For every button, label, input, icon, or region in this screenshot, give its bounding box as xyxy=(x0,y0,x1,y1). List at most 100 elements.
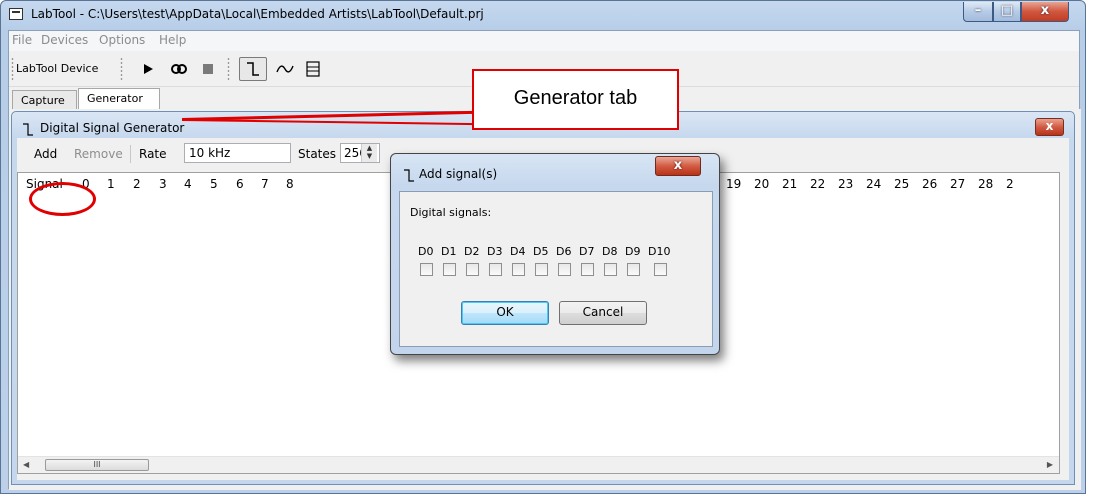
close-icon: x xyxy=(1045,119,1054,133)
toolbar-separator xyxy=(130,145,131,163)
rate-input[interactable]: 10 kHz xyxy=(184,143,291,163)
states-label: States xyxy=(298,147,337,161)
close-icon: x xyxy=(673,158,683,173)
channel-label: D1 xyxy=(441,245,457,258)
column-header: 2 xyxy=(133,177,141,191)
channel-checkbox-d8[interactable] xyxy=(604,263,617,276)
column-header: 8 xyxy=(286,177,294,191)
generator-title: Digital Signal Generator xyxy=(40,121,185,135)
menu-file[interactable]: File xyxy=(12,33,32,47)
channel-label: D5 xyxy=(533,245,549,258)
analog-generator-button[interactable] xyxy=(272,57,298,81)
menu-devices[interactable]: Devices xyxy=(41,33,88,47)
generator-close-button[interactable]: x xyxy=(1035,118,1064,136)
maximize-button[interactable]: □ xyxy=(993,2,1021,22)
split-view-button[interactable] xyxy=(300,57,326,81)
continuous-icon xyxy=(171,64,187,74)
digital-signal-icon xyxy=(404,169,414,182)
channel-checkbox-d7[interactable] xyxy=(581,263,594,276)
column-header: 20 xyxy=(754,177,770,191)
column-header: 26 xyxy=(922,177,938,191)
states-spinner[interactable]: ▲ ▼ xyxy=(361,144,377,162)
window-title: LabTool - C:\Users\test\AppData\Local\Em… xyxy=(31,7,484,21)
column-header: 24 xyxy=(866,177,882,191)
column-header: 4 xyxy=(184,177,192,191)
menu-bar: File Devices Options Help xyxy=(9,31,1079,51)
scroll-right-icon[interactable]: ▶ xyxy=(1047,460,1053,469)
channel-label: D0 xyxy=(418,245,434,258)
device-label: LabTool Device xyxy=(16,62,99,75)
column-header: 19 xyxy=(726,177,742,191)
toolbar-grip[interactable] xyxy=(227,57,230,81)
app-icon xyxy=(9,8,23,20)
column-header: 1 xyxy=(107,177,115,191)
scroll-thumb[interactable]: III xyxy=(45,459,149,471)
play-icon xyxy=(144,64,153,74)
menu-options[interactable]: Options xyxy=(99,33,145,47)
continuous-button[interactable] xyxy=(166,57,192,81)
analog-signal-icon xyxy=(276,65,294,73)
channel-checkbox-d5[interactable] xyxy=(535,263,548,276)
add-button-highlight xyxy=(29,182,96,216)
toolbar-grip[interactable] xyxy=(120,57,123,81)
callout-text: Generator tab xyxy=(513,87,638,109)
channel-checkbox-d10[interactable] xyxy=(654,263,667,276)
close-button[interactable]: x xyxy=(1021,2,1069,22)
channel-checkbox-d6[interactable] xyxy=(558,263,571,276)
rate-label: Rate xyxy=(139,147,167,161)
column-header: 25 xyxy=(894,177,910,191)
minimize-button[interactable]: – xyxy=(963,2,993,22)
channel-label: D9 xyxy=(625,245,641,258)
channel-label: D3 xyxy=(487,245,503,258)
cancel-button[interactable]: Cancel xyxy=(559,301,647,325)
minimize-icon: – xyxy=(974,3,982,18)
channel-label: D10 xyxy=(648,245,671,258)
column-header: 27 xyxy=(950,177,966,191)
column-header: 3 xyxy=(159,177,167,191)
channel-label: D2 xyxy=(464,245,480,258)
dialog-close-button[interactable]: x xyxy=(655,156,701,176)
horizontal-scrollbar[interactable]: ◀ III ▶ xyxy=(18,456,1059,473)
dialog-client: Digital signals: D0 D1 D2 D3 D4 D5 D6 D7… xyxy=(399,191,713,347)
remove-button[interactable]: Remove xyxy=(74,147,123,161)
title-bar[interactable]: LabTool - C:\Users\test\AppData\Local\Em… xyxy=(1,1,1085,29)
channel-checkbox-d2[interactable] xyxy=(466,263,479,276)
tab-capture[interactable]: Capture xyxy=(12,90,77,110)
add-button[interactable]: Add xyxy=(34,147,57,161)
column-header: 7 xyxy=(261,177,269,191)
channel-label: D7 xyxy=(579,245,595,258)
digital-signal-icon xyxy=(23,123,33,136)
channel-checkbox-d9[interactable] xyxy=(627,263,640,276)
digital-generator-button[interactable] xyxy=(239,57,267,81)
add-signals-dialog: Add signal(s) x Digital signals: D0 D1 D… xyxy=(390,153,720,355)
menu-help[interactable]: Help xyxy=(159,33,186,47)
callout-box: Generator tab xyxy=(472,69,679,130)
column-header: 22 xyxy=(810,177,826,191)
digital-signal-icon xyxy=(247,62,259,76)
column-header: 2 xyxy=(1006,177,1014,191)
dialog-title: Add signal(s) xyxy=(419,167,498,181)
scroll-left-icon[interactable]: ◀ xyxy=(23,460,29,469)
digital-signals-label: Digital signals: xyxy=(410,206,492,219)
stop-button[interactable] xyxy=(195,57,221,81)
ok-button[interactable]: OK xyxy=(461,301,549,325)
column-header: 23 xyxy=(838,177,854,191)
column-header: 21 xyxy=(782,177,798,191)
channel-checkbox-d1[interactable] xyxy=(443,263,456,276)
channel-label: D8 xyxy=(602,245,618,258)
channel-label: D6 xyxy=(556,245,572,258)
toolbar-grip[interactable] xyxy=(11,57,14,81)
split-view-icon xyxy=(306,61,320,77)
tab-generator[interactable]: Generator xyxy=(78,88,160,110)
column-header: 6 xyxy=(236,177,244,191)
close-icon: x xyxy=(1040,3,1050,18)
maximize-icon: □ xyxy=(1000,3,1014,18)
channel-checkbox-d0[interactable] xyxy=(420,263,433,276)
channel-label: D4 xyxy=(510,245,526,258)
channel-checkbox-d3[interactable] xyxy=(489,263,502,276)
play-button[interactable] xyxy=(135,57,161,81)
column-header: 5 xyxy=(210,177,218,191)
stop-icon xyxy=(203,64,213,74)
column-header: 28 xyxy=(978,177,994,191)
channel-checkbox-d4[interactable] xyxy=(512,263,525,276)
